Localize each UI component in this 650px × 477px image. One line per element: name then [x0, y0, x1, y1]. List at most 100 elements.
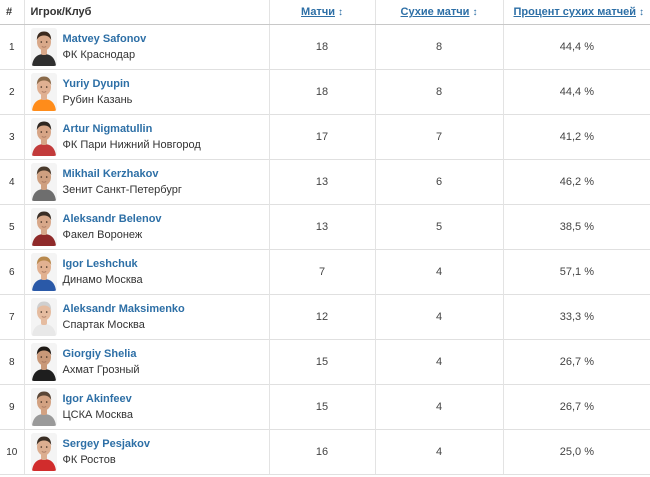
table-row: 5 Aleksandr Belenov Факел Воронеж 13 5 3…	[0, 204, 650, 250]
player-photo[interactable]	[30, 28, 57, 66]
clean-sheets-value: 4	[435, 356, 443, 368]
games-cell: 12	[269, 294, 376, 340]
player-photo[interactable]	[30, 388, 57, 426]
percent-value: 44,4 %	[559, 41, 594, 53]
clean-sheets-value: 5	[435, 221, 443, 233]
percent-value: 33,3 %	[559, 311, 594, 323]
percent-value: 26,7 %	[559, 356, 594, 368]
player-name-link[interactable]: Igor Akinfeev	[63, 391, 133, 407]
percent-cell: 44,4 %	[503, 69, 650, 115]
rank-value: 3	[8, 131, 15, 143]
games-value: 16	[315, 446, 329, 458]
sort-arrows-icon[interactable]: ↕	[472, 7, 477, 18]
clean-sheets-value: 4	[435, 266, 443, 278]
player-club-header: Игрок/Клуб	[24, 0, 270, 25]
player-name-link[interactable]: Artur Nigmatullin	[63, 121, 201, 137]
games-value: 18	[315, 86, 329, 98]
player-name-link[interactable]: Yuriy Dyupin	[63, 76, 133, 92]
club-name: ЦСКА Москва	[62, 409, 133, 421]
player-cell: Yuriy Dyupin Рубин Казань	[24, 69, 270, 115]
sort-arrows-icon[interactable]: ↕	[338, 7, 343, 18]
player-name-link[interactable]: Matvey Safonov	[63, 31, 147, 47]
club-name: Факел Воронеж	[62, 229, 143, 241]
rank-value: 1	[8, 41, 15, 53]
percent-cell: 57,1 %	[503, 249, 650, 295]
clean-sheets-cell: 4	[375, 429, 504, 475]
player-name-link[interactable]: Sergey Pesjakov	[63, 436, 150, 452]
player-photo[interactable]	[30, 118, 57, 156]
percent-value: 57,1 %	[559, 266, 594, 278]
player-cell: Giorgiy Shelia Ахмат Грозный	[24, 339, 270, 385]
player-cell: Matvey Safonov ФК Краснодар	[24, 24, 270, 70]
clean-sheets-column-header[interactable]: Сухие матчи ↕	[375, 0, 504, 25]
games-value: 13	[315, 221, 329, 233]
player-cell: Igor Leshchuk Динамо Москва	[24, 249, 270, 295]
player-name-link[interactable]: Giorgiy Shelia	[63, 346, 140, 362]
games-cell: 15	[269, 384, 376, 430]
player-photo[interactable]	[30, 343, 57, 381]
clean-sheets-cell: 4	[375, 294, 504, 340]
player-name-link[interactable]: Igor Leshchuk	[63, 256, 143, 272]
table-row: 10 Sergey Pesjakov ФК Ростов 16 4 25,0 %	[0, 429, 650, 475]
rank-value: 6	[8, 266, 15, 278]
clean-sheets-cell: 5	[375, 204, 504, 250]
table-header-row: # Игрок/Клуб Матчи ↕ Сухие матчи ↕ Процент…	[0, 0, 650, 25]
player-name-link[interactable]: Mikhail Kerzhakov	[63, 166, 182, 182]
games-cell: 18	[269, 24, 376, 70]
clean-sheets-value: 4	[435, 446, 443, 458]
percent-cell: 26,7 %	[503, 384, 650, 430]
club-name: ФК Краснодар	[62, 49, 136, 61]
clean-sheets-value: 6	[435, 176, 443, 188]
player-photo[interactable]	[30, 253, 57, 291]
rank-cell: 7	[0, 294, 25, 340]
rank-value: 10	[6, 446, 18, 458]
rank-cell: 8	[0, 339, 25, 385]
games-value: 13	[315, 176, 329, 188]
player-cell: Sergey Pesjakov ФК Ростов	[24, 429, 270, 475]
club-name: Ахмат Грозный	[62, 364, 140, 376]
games-cell: 15	[269, 339, 376, 385]
rank-cell: 5	[0, 204, 25, 250]
percent-cell: 25,0 %	[503, 429, 650, 475]
games-value: 7	[318, 266, 326, 278]
player-name-link[interactable]: Aleksandr Maksimenko	[63, 301, 185, 317]
club-name: Зенит Санкт-Петербург	[62, 184, 182, 196]
sort-by-percent-link[interactable]: Процент сухих матчей	[514, 6, 637, 18]
games-column-header[interactable]: Матчи ↕	[269, 0, 376, 25]
club-name: ФК Ростов	[62, 454, 116, 466]
percent-column-header[interactable]: Процент сухих матчей ↕	[503, 0, 650, 25]
percent-cell: 46,2 %	[503, 159, 650, 205]
table-row: 2 Yuriy Dyupin Рубин Казань 18 8 44,4 %	[0, 69, 650, 115]
clean-sheets-cell: 8	[375, 24, 504, 70]
percent-value: 46,2 %	[559, 176, 594, 188]
club-name: ФК Пари Нижний Новгород	[62, 139, 201, 151]
games-cell: 7	[269, 249, 376, 295]
player-photo[interactable]	[30, 433, 57, 471]
rank-cell: 10	[0, 429, 25, 475]
sort-by-games-link[interactable]: Матчи	[301, 6, 335, 18]
sort-arrows-icon[interactable]: ↕	[639, 7, 644, 18]
goalkeepers-table: # Игрок/Клуб Матчи ↕ Сухие матчи ↕ Процент…	[0, 0, 650, 475]
rank-value: 7	[8, 311, 15, 323]
player-photo[interactable]	[30, 73, 57, 111]
player-name-link[interactable]: Aleksandr Belenov	[63, 211, 162, 227]
player-photo[interactable]	[30, 298, 57, 336]
percent-value: 44,4 %	[559, 86, 594, 98]
clean-sheets-cell: 8	[375, 69, 504, 115]
sort-by-clean-sheets-link[interactable]: Сухие матчи	[401, 6, 470, 18]
rank-value: 8	[8, 356, 15, 368]
clean-sheets-value: 8	[435, 41, 443, 53]
table-row: 6 Igor Leshchuk Динамо Москва 7 4 57,1 %	[0, 249, 650, 295]
percent-cell: 33,3 %	[503, 294, 650, 340]
player-photo[interactable]	[30, 163, 57, 201]
percent-cell: 44,4 %	[503, 25, 650, 70]
percent-cell: 38,5 %	[503, 204, 650, 250]
rank-cell: 4	[0, 159, 25, 205]
games-value: 18	[315, 41, 329, 53]
games-cell: 13	[269, 159, 376, 205]
player-photo[interactable]	[30, 208, 57, 246]
rank-value: 2	[8, 86, 15, 98]
table-body: 1 Matvey Safonov ФК Краснодар 18 8 44,4 …	[0, 24, 650, 475]
table-row: 8 Giorgiy Shelia Ахмат Грозный 15 4 26,7…	[0, 339, 650, 385]
clean-sheets-value: 4	[435, 311, 443, 323]
